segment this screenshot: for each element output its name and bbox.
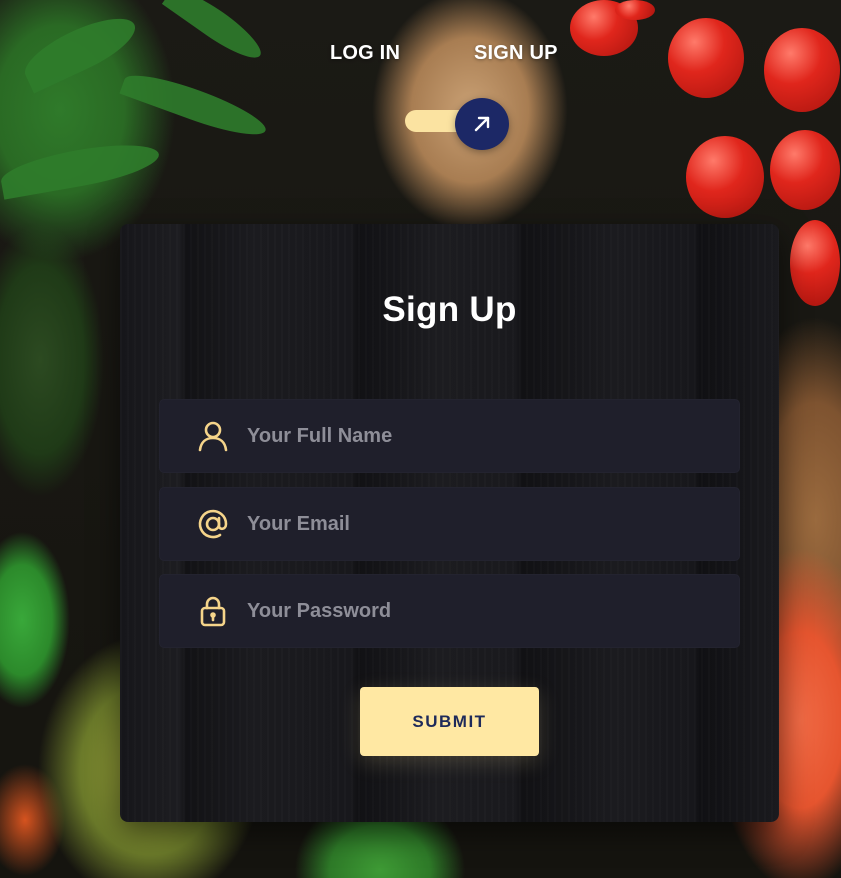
toggle-knob[interactable]	[455, 98, 509, 150]
submit-button[interactable]: SUBMIT	[360, 687, 539, 756]
lock-icon	[195, 593, 231, 629]
password-input[interactable]	[245, 573, 740, 649]
auth-mode-toggle[interactable]	[405, 98, 509, 150]
at-sign-icon	[195, 506, 231, 542]
arrow-up-right-icon	[474, 116, 490, 132]
login-tab[interactable]: LOG IN	[330, 42, 400, 65]
email-input[interactable]	[245, 486, 740, 562]
auth-mode-nav: LOG IN SIGN UP	[0, 42, 841, 70]
form-title: Sign Up	[382, 290, 517, 329]
signup-card: Sign Up SUBMIT	[120, 224, 779, 822]
password-field	[159, 573, 740, 649]
full-name-field	[159, 398, 740, 474]
email-field	[159, 486, 740, 562]
user-icon	[195, 418, 231, 454]
full-name-input[interactable]	[245, 398, 740, 474]
signup-tab[interactable]: SIGN UP	[474, 42, 558, 65]
